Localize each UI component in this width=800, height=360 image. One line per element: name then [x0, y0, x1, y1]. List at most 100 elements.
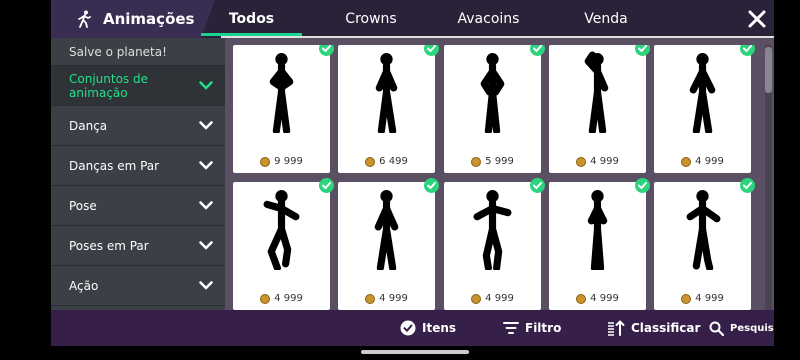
- category-sidebar: Salve o planeta! Conjuntos de animação D…: [51, 38, 225, 310]
- animation-card[interactable]: 6 499: [338, 45, 439, 173]
- sort-icon: [608, 320, 625, 336]
- animation-card[interactable]: 4 999: [654, 45, 755, 173]
- animation-card[interactable]: 4 999: [444, 178, 545, 310]
- sidebar-item-pose[interactable]: Pose: [51, 186, 225, 226]
- animation-card[interactable]: 4 999: [338, 178, 439, 310]
- sidebar-item-dancas-em-par[interactable]: Danças em Par: [51, 146, 225, 186]
- price-tag: 4 999: [654, 156, 751, 167]
- sidebar-item-label: Danças em Par: [69, 158, 160, 173]
- price-value: 4 999: [590, 156, 619, 167]
- check-circle-icon: [400, 320, 416, 336]
- sidebar-item-label: Salve o planeta!: [69, 45, 167, 59]
- price-tag: 4 999: [549, 293, 646, 304]
- avatar-silhouette-icon: [269, 53, 294, 133]
- owned-check-icon: [530, 178, 545, 193]
- avatar-silhouette-icon: [263, 190, 300, 270]
- sidebar-item-label: Conjuntos de animação: [69, 71, 148, 100]
- avacoin-icon: [681, 293, 692, 304]
- price-tag: 4 999: [444, 293, 541, 304]
- chevron-down-icon: [199, 161, 213, 170]
- chevron-down-icon: [199, 121, 213, 130]
- price-tag: 5 999: [444, 156, 541, 167]
- top-bar: Animações Todos Crowns Avacoins Venda: [51, 0, 774, 38]
- animations-screen: Animações Todos Crowns Avacoins Venda Sa…: [51, 0, 774, 346]
- avatar-silhouette-icon: [587, 190, 608, 270]
- itens-label: Itens: [422, 321, 457, 335]
- avacoin-icon: [365, 156, 376, 167]
- price-tag: 6 499: [338, 156, 435, 167]
- owned-check-icon: [424, 178, 439, 193]
- owned-check-icon: [319, 45, 334, 56]
- tab-crowns[interactable]: Crowns: [311, 0, 431, 38]
- sidebar-item-conjuntos-de-animacao[interactable]: Conjuntos de animação: [51, 66, 225, 106]
- price-value: 4 999: [274, 293, 303, 304]
- header-divider: [221, 36, 774, 38]
- grid-scrollbar-thumb[interactable]: [765, 47, 772, 93]
- sidebar-item-salve-o-planeta[interactable]: Salve o planeta!: [51, 38, 225, 66]
- classificar-label: Classificar: [631, 321, 701, 335]
- avatar-silhouette-icon: [473, 190, 512, 270]
- price-value: 4 999: [485, 293, 514, 304]
- avacoin-icon: [260, 156, 271, 167]
- sidebar-item-label: Dança: [69, 118, 108, 133]
- sidebar-item-label: Ação: [69, 278, 99, 293]
- avacoin-icon: [681, 156, 692, 167]
- chevron-down-icon: [199, 81, 213, 90]
- sidebar-item-acao[interactable]: Ação: [51, 266, 225, 306]
- animation-card[interactable]: 4 999: [233, 178, 334, 310]
- chevron-down-icon: [199, 281, 213, 290]
- price-tag: 9 999: [233, 156, 330, 167]
- sidebar-item-label: Poses em Par: [69, 238, 149, 253]
- owned-check-icon: [530, 45, 545, 56]
- animation-card[interactable]: 5 999: [444, 45, 545, 173]
- avacoin-icon: [471, 156, 482, 167]
- avatar-silhouette-icon: [480, 53, 505, 133]
- price-value: 5 999: [485, 156, 514, 167]
- animation-card[interactable]: 4 999: [549, 178, 650, 310]
- owned-check-icon: [635, 45, 650, 56]
- avatar-silhouette-icon: [374, 190, 399, 270]
- avacoin-icon: [576, 156, 587, 167]
- avacoin-icon: [260, 293, 271, 304]
- owned-check-icon: [424, 45, 439, 56]
- avatar-silhouette-icon: [689, 53, 716, 133]
- screen-title: Animações: [51, 0, 215, 38]
- owned-check-icon: [319, 178, 334, 193]
- sidebar-item-poses-em-par[interactable]: Poses em Par: [51, 226, 225, 266]
- owned-check-icon: [740, 45, 755, 56]
- filter-icon: [503, 322, 519, 334]
- price-tag: 4 999: [338, 293, 435, 304]
- filtro-button[interactable]: Filtro: [503, 310, 561, 346]
- animation-card[interactable]: 9 999: [233, 45, 334, 173]
- price-value: 4 999: [379, 293, 408, 304]
- price-value: 4 999: [695, 293, 724, 304]
- sidebar-item-label: Pose: [69, 198, 97, 213]
- animation-card[interactable]: 4 999: [654, 178, 755, 310]
- tab-todos[interactable]: Todos: [201, 0, 302, 38]
- chevron-down-icon: [199, 241, 213, 250]
- owned-check-icon: [740, 178, 755, 193]
- avacoin-icon: [365, 293, 376, 304]
- price-tag: 4 999: [549, 156, 646, 167]
- animation-card[interactable]: 4 999: [549, 45, 650, 173]
- animation-grid: 9 999 6 499 5 999 4 999 4 999 4 999 4 999 4 999…: [233, 45, 763, 310]
- pesquisa-button[interactable]: Pesquisa: [709, 310, 774, 346]
- pesquisa-label: Pesquisa: [730, 322, 774, 334]
- price-value: 6 499: [379, 156, 408, 167]
- itens-button[interactable]: Itens: [400, 310, 456, 346]
- price-tag: 4 999: [233, 293, 330, 304]
- price-value: 4 999: [695, 156, 724, 167]
- close-button[interactable]: [746, 8, 768, 30]
- owned-check-icon: [635, 178, 650, 193]
- price-tag: 4 999: [654, 293, 751, 304]
- tab-avacoins[interactable]: Avacoins: [431, 0, 546, 38]
- avacoin-icon: [576, 293, 587, 304]
- search-icon: [709, 321, 724, 336]
- home-indicator[interactable]: [361, 350, 469, 354]
- classificar-button[interactable]: Classificar: [607, 310, 700, 346]
- avatar-silhouette-icon: [584, 51, 609, 133]
- avatar-silhouette-icon: [686, 190, 721, 270]
- tab-venda[interactable]: Venda: [546, 0, 666, 38]
- bottom-toolbar: Itens Filtro Classificar Pesquisa: [51, 310, 774, 346]
- sidebar-item-danca[interactable]: Dança: [51, 106, 225, 146]
